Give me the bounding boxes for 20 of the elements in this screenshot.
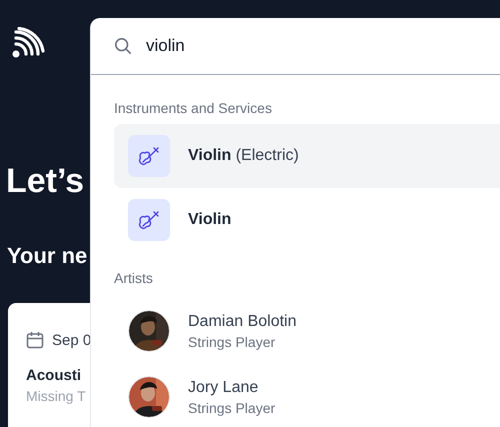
- result-title: Violin: [188, 211, 232, 229]
- search-field[interactable]: violin: [146, 36, 446, 56]
- logo-icon: [11, 27, 45, 59]
- section-heading: Your ne: [7, 243, 88, 269]
- artist-name[interactable]: Damian Bolotin: [188, 312, 296, 330]
- violin-icon: [128, 135, 170, 177]
- calendar-icon: [26, 331, 44, 349]
- result-title: Violin (Electric): [188, 147, 299, 165]
- group-label: Artists: [114, 270, 154, 286]
- violin-icon: [128, 199, 170, 241]
- result-item[interactable]: Violin (Electric): [114, 124, 500, 188]
- artist-role: Strings Player: [188, 334, 276, 350]
- search-icon: [114, 37, 132, 55]
- event-subtitle: Missing T: [26, 388, 87, 404]
- event-title: Acousti: [26, 367, 82, 384]
- artist-role: Strings Player: [188, 400, 276, 416]
- result-item[interactable]: Violin: [114, 188, 500, 252]
- group-label: Instruments and Services: [114, 100, 273, 116]
- artist-name[interactable]: Jory Lane: [188, 378, 276, 396]
- page-heading: Let’s: [6, 161, 86, 201]
